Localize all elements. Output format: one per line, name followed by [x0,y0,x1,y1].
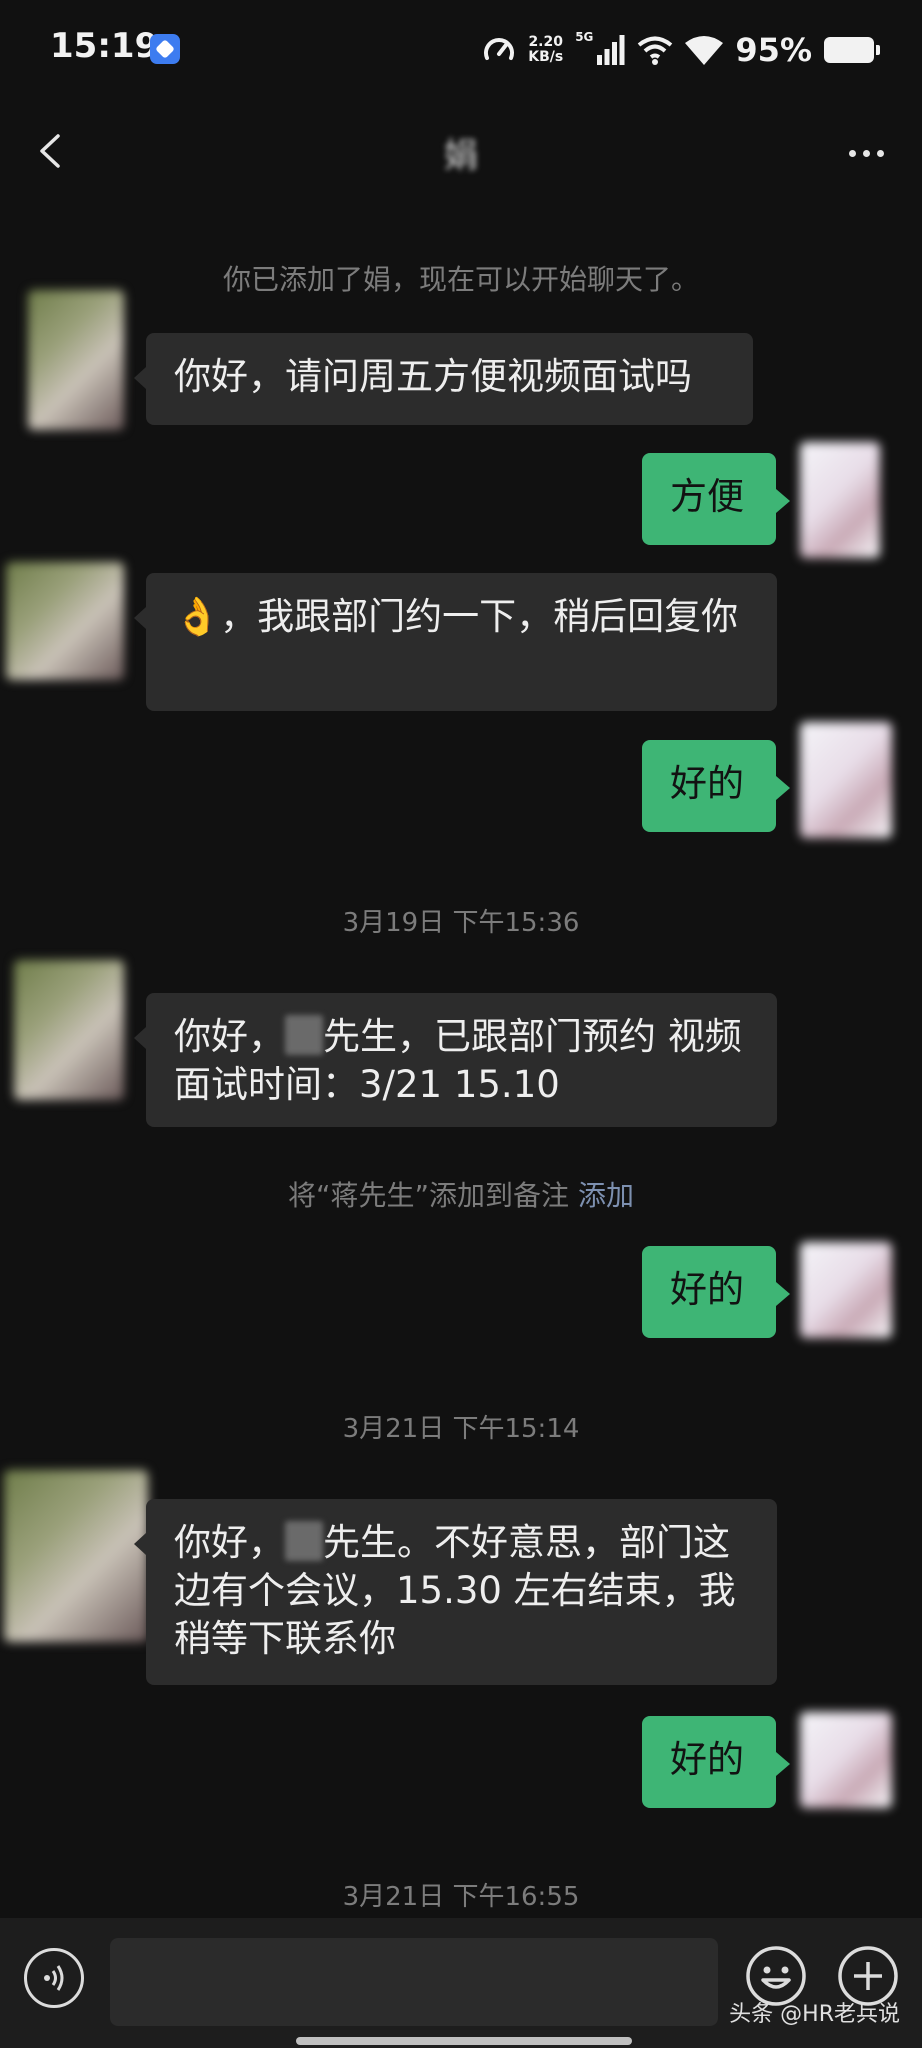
voice-icon[interactable] [24,1948,84,2008]
my-avatar[interactable] [800,1242,892,1338]
timestamp: 3月21日 下午16:55 [342,1882,580,1912]
ok-hand-emoji: 👌 [174,595,221,638]
chat-screen: 15:19 2.20 KB/s 5G 95% 娟 你已添加了娟，现在可以开始聊天… [0,0,922,2048]
message-input[interactable] [110,1938,718,2026]
message-text: 你好，请问周五方便视频面试吗 [174,355,692,398]
my-avatar[interactable] [800,442,880,558]
message-bubble-incoming[interactable]: 你好，请问周五方便视频面试吗 [134,333,753,425]
contact-avatar[interactable] [28,290,124,430]
network-type: 5G [575,30,594,44]
my-avatar[interactable] [800,1712,892,1808]
redacted-name [285,1015,323,1055]
status-time: 15:19 [50,26,159,66]
remark-tip-text: 将“蒋先生”添加到备注 [288,1179,570,1212]
contact-avatar[interactable] [14,960,124,1100]
message-text: 好的 [670,762,744,805]
message-text-part1: 你好， [174,1015,285,1058]
more-horizontal-icon[interactable] [836,128,896,178]
message-bubble-outgoing[interactable]: 好的 [642,740,790,832]
contact-avatar[interactable] [6,562,124,680]
my-avatar[interactable] [800,722,892,838]
contact-avatar[interactable] [4,1470,148,1642]
message-bubble-outgoing[interactable]: 好的 [642,1716,790,1808]
net-speed-value: 2.20 [528,34,563,50]
app-notification-icon [150,34,180,64]
system-remark-tip: 将“蒋先生”添加到备注 添加 [0,1174,922,1214]
system-message: 你已添加了娟，现在可以开始聊天了。 [222,263,699,296]
message-bubble-incoming[interactable]: 你好， 先生，已跟部门预约 视频面试时间：3/21 15.10 [134,993,777,1127]
chat-header: 娟 [0,110,922,194]
add-remark-link[interactable]: 添加 [578,1179,634,1212]
message-text: 方便 [670,475,744,518]
message-bubble-incoming[interactable]: 👌，我跟部门约一下，稍后回复你 [134,573,777,711]
battery-percent: 95% [735,31,812,69]
message-bubble-incoming[interactable]: 你好， 先生。不好意思，部门这边有个会议，15.30 左右结束，我稍等下联系你 [134,1499,777,1685]
message-text: 好的 [670,1268,744,1311]
net-speed: 2.20 KB/s [528,35,563,65]
cellular-signal-icon [597,35,625,65]
chat-title[interactable]: 娟 [0,128,922,177]
timestamp: 3月21日 下午15:14 [342,1414,580,1444]
home-indicator[interactable] [296,2037,632,2045]
watermark: 头条 @HR老兵说 [729,2002,900,2027]
speedometer-icon [484,38,515,60]
message-text-part1: 你好， [174,1521,285,1564]
message-bubble-outgoing[interactable]: 方便 [642,453,790,545]
net-speed-unit: KB/s [528,49,564,65]
message-text: ，我跟部门约一下，稍后回复你 [220,595,739,638]
message-text: 好的 [670,1738,744,1781]
input-bar [0,1918,922,2048]
status-bar: 15:19 2.20 KB/s 5G 95% [0,0,922,100]
wifi-icon [685,36,724,65]
battery-icon [824,37,880,63]
redacted-name [285,1521,323,1561]
message-bubble-outgoing[interactable]: 好的 [642,1246,790,1338]
timestamp: 3月19日 下午15:36 [342,908,580,938]
wifi-calling-icon [638,36,673,65]
status-indicators: 2.20 KB/s 5G 95% [482,30,880,70]
